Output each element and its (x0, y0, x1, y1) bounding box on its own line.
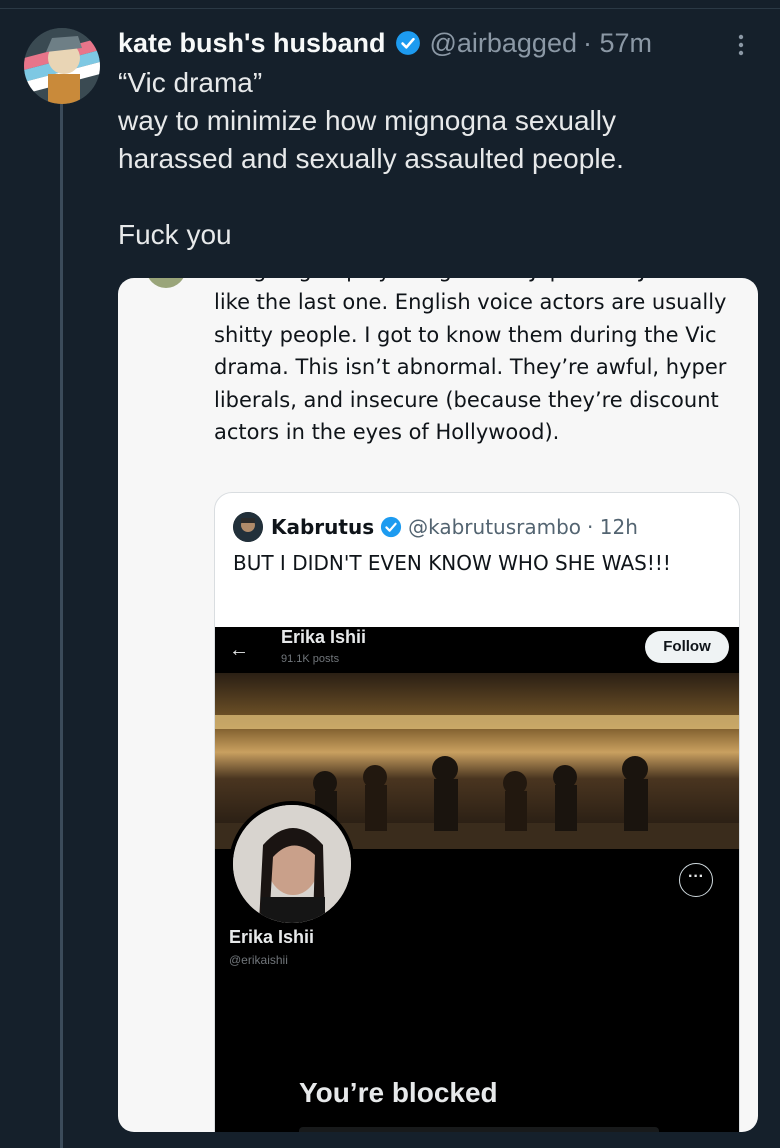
cropped-text-line: I'm going to play the game in Japanese. … (214, 278, 734, 286)
quoted-author-name: Kabrutus (271, 515, 375, 539)
profile-avatar (229, 801, 355, 927)
cropped-avatar (146, 278, 186, 288)
quoted-post-header: Kabrutus @kabrutusrambo · 12h (233, 512, 638, 542)
back-arrow-icon: ← (229, 639, 249, 661)
quoted-post-text: BUT I DIDN'T EVEN KNOW WHO SHE WAS!!! (233, 551, 671, 575)
more-icon: ··· (679, 863, 713, 897)
avatar-image (24, 28, 100, 104)
blocked-message: You’re blocked (299, 1077, 498, 1108)
quoted-post[interactable]: Kabrutus @kabrutusrambo · 12h BUT I DIDN… (214, 492, 740, 1132)
attached-image-card[interactable]: I'm going to play the game in Japanese. … (118, 278, 758, 1132)
tweet-header: kate bush's husband @airbagged · 57m (118, 24, 652, 62)
quoted-author-handle: @kabrutusrambo (408, 515, 582, 539)
blocked-subtext-placeholder (299, 1127, 659, 1132)
tweet-time[interactable]: · 57m (583, 28, 652, 59)
embedded-post-text: like the last one. English voice actors … (214, 290, 727, 444)
author-avatar[interactable] (24, 28, 100, 104)
screenshot-profile-name: Erika Ishii (229, 927, 315, 947)
screenshot-header-name: Erika Ishii (281, 627, 367, 647)
profile-screenshot: ← Erika Ishii 91.1K posts Follow ··· Eri… (215, 627, 739, 1132)
quoted-author-avatar (233, 512, 263, 542)
tweet-line: harassed and sexually assaulted people. (118, 143, 624, 174)
verified-badge-icon (381, 516, 402, 538)
follow-button: Follow (645, 631, 729, 663)
screenshot-post-count: 91.1K posts (281, 653, 340, 665)
author-handle[interactable]: @airbagged (429, 28, 577, 59)
quoted-post-time: · 12h (587, 515, 638, 539)
author-name[interactable]: kate bush's husband (118, 28, 385, 59)
tweet-text: “Vic drama” way to minimize how mignogna… (118, 64, 758, 254)
thread-line (60, 100, 63, 1148)
screenshot-profile-handle: @erikaishii (229, 953, 288, 967)
top-divider (0, 8, 780, 9)
tweet-line: Fuck you (118, 219, 232, 250)
tweet-line: way to minimize how mignogna sexually (118, 105, 616, 136)
tweet-line: “Vic drama” (118, 67, 263, 98)
verified-badge-icon (396, 31, 421, 55)
more-options-icon[interactable] (734, 32, 748, 58)
